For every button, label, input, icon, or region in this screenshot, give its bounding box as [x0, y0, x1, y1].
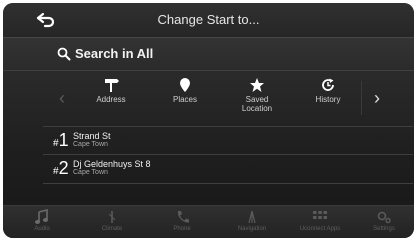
result-street: Strand St [73, 131, 111, 141]
history-icon [322, 78, 334, 91]
result-city: Cape Town [73, 141, 108, 148]
result-street: Dj Geldenhuys St 8 [73, 159, 151, 169]
result-number: #1 [53, 130, 69, 150]
nav-navigation[interactable]: Navigation [223, 206, 281, 238]
nav-climate[interactable]: Climate [83, 206, 141, 238]
chevron-right-icon: › [374, 88, 380, 108]
scroll-left-button[interactable]: ‹ [47, 81, 77, 115]
phone-icon [177, 211, 189, 223]
search-in-all-button[interactable]: Search in All [3, 38, 414, 71]
category-places[interactable]: Places [150, 77, 220, 123]
apps-grid-icon [313, 211, 327, 219]
map-pin-icon [180, 78, 190, 92]
title-bar: Change Start to... [3, 3, 414, 38]
signpost-icon [105, 79, 119, 92]
page-title: Change Start to... [157, 12, 260, 27]
nav-phone[interactable]: Phone [153, 206, 211, 238]
result-row[interactable]: #2 Dj Geldenhuys St 8 Cape Town [43, 156, 373, 182]
nav-settings[interactable]: Settings [355, 206, 413, 238]
nav-audio[interactable]: Audio [13, 206, 71, 238]
category-address[interactable]: Address [76, 77, 146, 123]
result-number: #2 [53, 158, 69, 178]
music-note-icon [35, 209, 48, 224]
star-icon [250, 78, 264, 92]
category-history[interactable]: History [293, 77, 363, 123]
divider [43, 154, 413, 155]
divider [43, 126, 413, 127]
back-button[interactable] [35, 10, 59, 30]
nav-uconnect-apps[interactable]: Uconnect Apps [288, 206, 352, 238]
category-bar: ‹ Address Places Saved Location History … [3, 73, 414, 123]
result-city: Cape Town [73, 169, 108, 176]
chevron-left-icon: ‹ [59, 88, 65, 108]
search-icon [57, 47, 71, 61]
settings-icon [377, 211, 391, 224]
scroll-right-button[interactable]: › [361, 81, 392, 115]
bottom-nav-bar: Audio Climate Phone Navigation Uconnect … [3, 205, 414, 238]
nav-screen: Change Start to... Search in All ‹ Addre… [3, 3, 414, 238]
search-label: Search in All [75, 46, 154, 61]
navigation-icon [248, 210, 256, 224]
climate-icon [108, 211, 116, 223]
result-row[interactable]: #1 Strand St Cape Town [43, 128, 373, 154]
category-saved-location[interactable]: Saved Location [222, 77, 292, 123]
back-arrow-icon [36, 12, 55, 28]
divider [43, 183, 413, 184]
